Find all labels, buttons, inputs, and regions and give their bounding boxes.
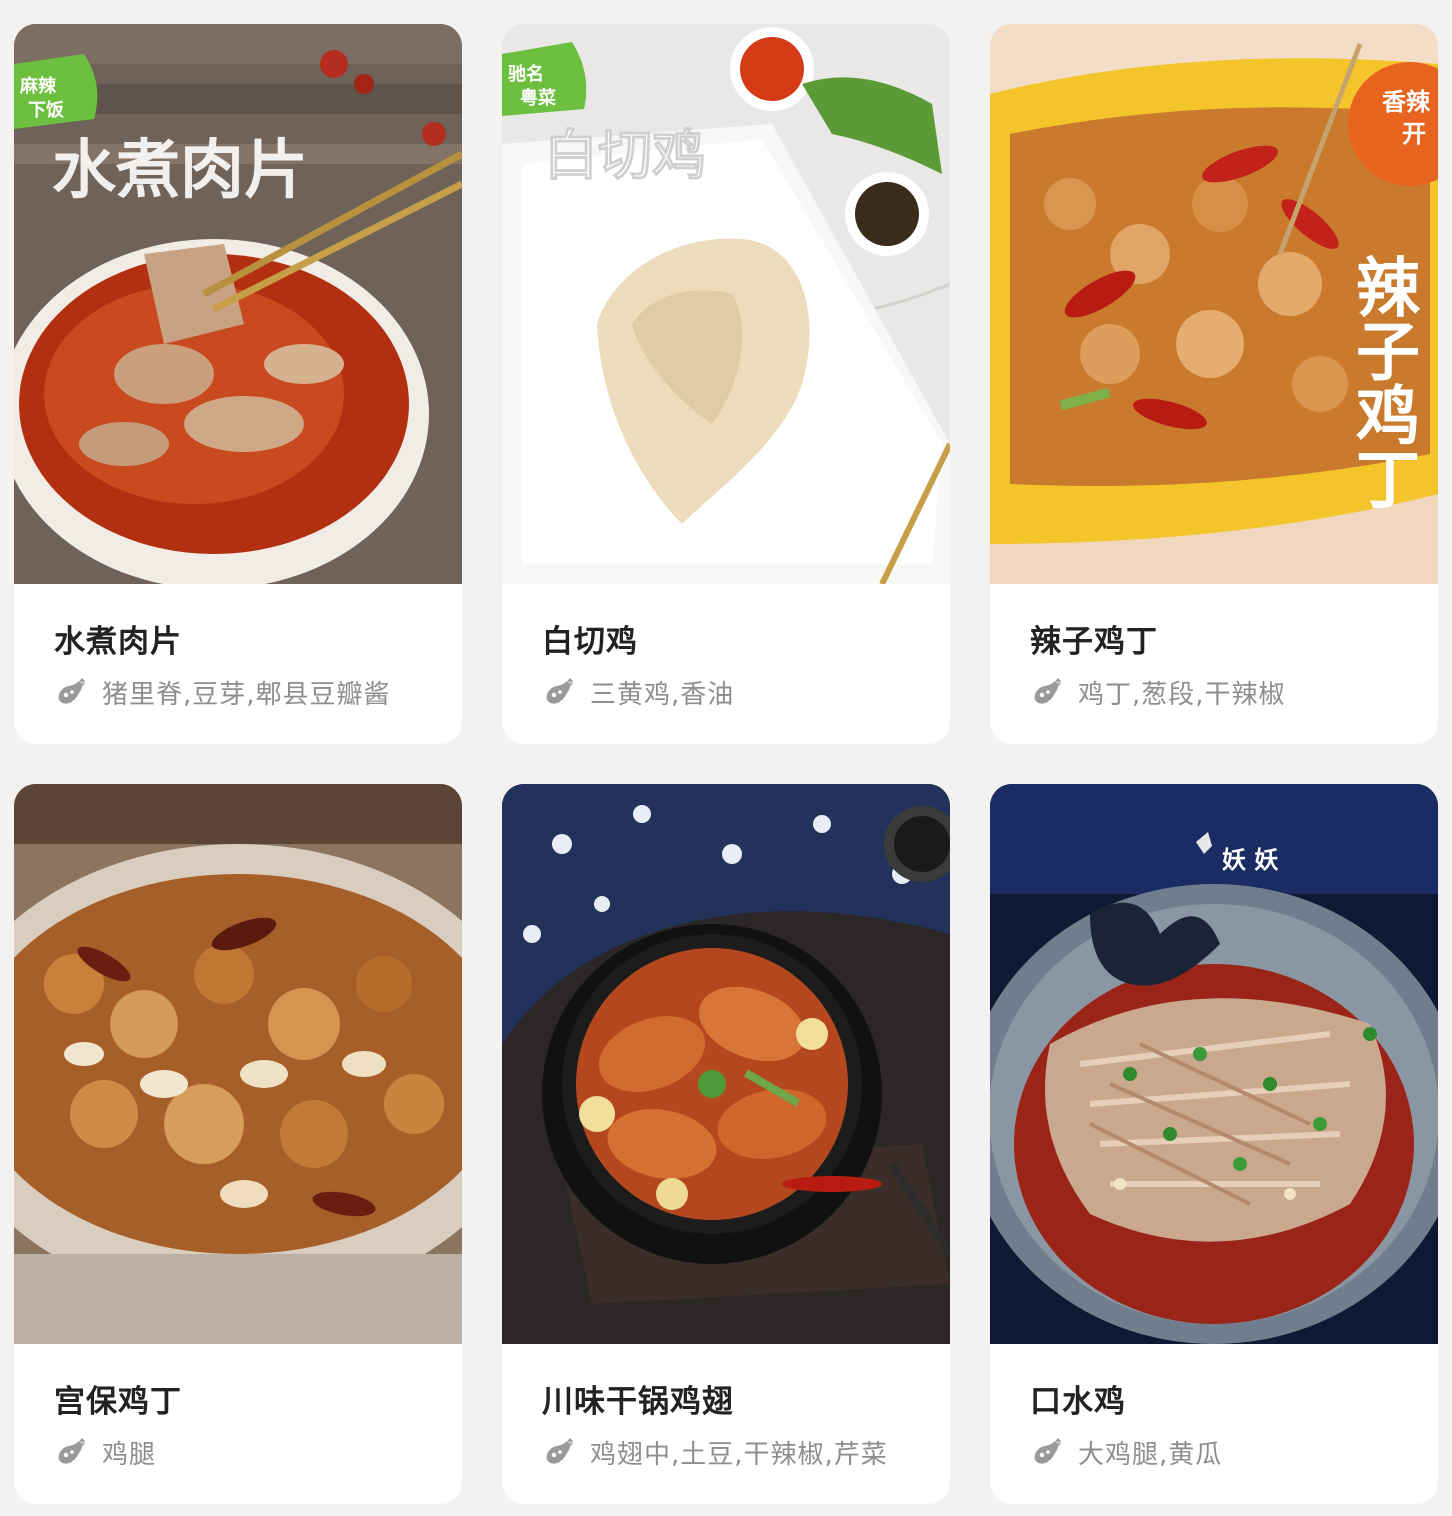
recipe-ingredients: 三黄鸡,香油	[542, 674, 918, 710]
recipe-title: 白切鸡	[542, 624, 638, 660]
ingredients-text: 鸡丁,葱段,干辣椒	[1078, 679, 1286, 710]
recipe-title: 辣子鸡丁	[1030, 624, 1158, 660]
recipe-card[interactable]: 驰名 粤菜 白切鸡 白切鸡 三黄鸡,香油	[502, 24, 950, 744]
recipe-ingredients: 鸡腿	[54, 1434, 430, 1470]
badge-line-2: 粤菜	[520, 87, 556, 109]
recipe-title: 川味干锅鸡翅	[542, 1384, 734, 1420]
photo-overlay-title: 辣子鸡丁	[1345, 254, 1420, 510]
badge-line-1: 麻辣	[19, 75, 57, 97]
ingredients-text: 猪里脊,豆芽,郫县豆瓣酱	[102, 679, 391, 710]
recipe-photo	[14, 784, 462, 1344]
recipe-photo: 麻辣 下饭 水煮肉片	[14, 24, 462, 584]
ingredients-text: 鸡腿	[102, 1439, 157, 1470]
recipe-photo	[502, 784, 950, 1344]
recipe-title: 口水鸡	[1030, 1384, 1126, 1420]
badge-line-2: 开	[1402, 120, 1426, 148]
badge-line-2: 下饭	[28, 99, 64, 121]
ingredients-text: 三黄鸡,香油	[590, 679, 735, 710]
ingredients-text: 大鸡腿,黄瓜	[1078, 1439, 1223, 1470]
eggplant-icon	[1034, 678, 1061, 704]
recipe-ingredients: 鸡翅中,土豆,干辣椒,芹菜	[542, 1434, 918, 1470]
recipe-grid: 麻辣 下饭 水煮肉片 水煮肉片 猪里脊,豆芽,郫县豆瓣酱 驰名 粤菜 白切鸡 白…	[0, 0, 1452, 1516]
badge-line-1: 香辣	[1382, 88, 1431, 116]
photo-overlay-title: 水煮肉片	[52, 134, 308, 208]
recipe-ingredients: 大鸡腿,黄瓜	[1030, 1434, 1406, 1470]
photo-overlay-title: 白切鸡	[544, 124, 706, 187]
recipe-ingredients: 猪里脊,豆芽,郫县豆瓣酱	[54, 674, 430, 710]
recipe-photo: 香辣 开 辣子鸡丁	[990, 24, 1438, 584]
recipe-photo: 驰名 粤菜 白切鸡	[502, 24, 950, 584]
eggplant-icon	[58, 678, 85, 704]
recipe-card[interactable]: 川味干锅鸡翅 鸡翅中,土豆,干辣椒,芹菜	[502, 784, 950, 1504]
photo-watermark: 妖 妖	[1222, 846, 1278, 874]
badge-line-1: 驰名	[508, 63, 544, 85]
eggplant-icon	[546, 678, 573, 704]
eggplant-icon	[1034, 1438, 1061, 1464]
recipe-card[interactable]: 妖 妖 口水鸡 大鸡腿,黄瓜	[990, 784, 1438, 1504]
recipe-ingredients: 鸡丁,葱段,干辣椒	[1030, 674, 1406, 710]
ingredients-text: 鸡翅中,土豆,干辣椒,芹菜	[590, 1439, 888, 1470]
recipe-card[interactable]: 香辣 开 辣子鸡丁 辣子鸡丁 鸡丁,葱段,干辣椒	[990, 24, 1438, 744]
recipe-card[interactable]: 宫保鸡丁 鸡腿	[14, 784, 462, 1504]
eggplant-icon	[58, 1438, 85, 1464]
eggplant-icon	[546, 1438, 573, 1464]
recipe-title: 宫保鸡丁	[54, 1384, 182, 1420]
recipe-card[interactable]: 麻辣 下饭 水煮肉片 水煮肉片 猪里脊,豆芽,郫县豆瓣酱	[14, 24, 462, 744]
recipe-title: 水煮肉片	[54, 624, 182, 660]
recipe-photo: 妖 妖	[990, 784, 1438, 1344]
